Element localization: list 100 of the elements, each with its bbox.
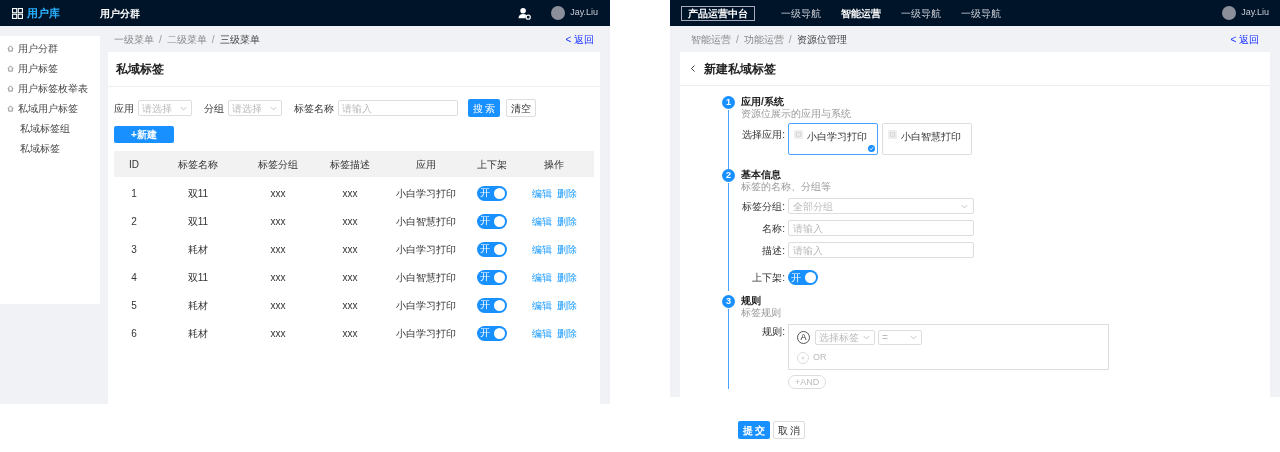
column-header: 标签名称 bbox=[177, 157, 219, 172]
operator-select[interactable]: = bbox=[878, 330, 922, 345]
filter-label: 分组 bbox=[204, 101, 224, 116]
avatar bbox=[1222, 6, 1237, 20]
delete-link[interactable]: 删除 bbox=[556, 297, 577, 313]
step-title: 基本信息 bbox=[741, 169, 782, 181]
table-cell-text: 小白学习打印 bbox=[395, 326, 457, 341]
nav-item[interactable]: 智能运营 bbox=[841, 5, 881, 21]
breadcrumb-item[interactable]: 一级菜单 bbox=[114, 31, 154, 47]
step-number: 2 bbox=[722, 169, 735, 182]
table-cell-text: xxx bbox=[341, 214, 359, 229]
edit-link[interactable]: 编辑 bbox=[531, 241, 552, 257]
breadcrumb-item[interactable]: 三级菜单 bbox=[219, 31, 260, 47]
nav-item[interactable]: 一级导航 bbox=[781, 5, 821, 21]
column-header: ID bbox=[128, 157, 140, 172]
back-link[interactable]: < 返回 bbox=[565, 31, 594, 47]
sidebar-item[interactable]: 用户分群 bbox=[0, 38, 100, 58]
toggle-label: 开 bbox=[480, 188, 490, 198]
page-title: 私域标签 bbox=[116, 61, 164, 78]
delete-link[interactable]: 删除 bbox=[556, 269, 577, 285]
delete-link[interactable]: 删除 bbox=[556, 185, 577, 201]
breadcrumb-separator: / bbox=[736, 32, 739, 47]
sidebar-item[interactable]: 用户标签 bbox=[0, 58, 100, 78]
field-label: 上下架: bbox=[751, 271, 786, 285]
column-header: 标签描述 bbox=[329, 157, 371, 172]
toggle-switch[interactable]: 开 bbox=[788, 270, 818, 285]
breadcrumb-separator: / bbox=[159, 32, 162, 47]
table-cell-text: xxx bbox=[341, 270, 359, 285]
table-cell-text: 双11 bbox=[186, 270, 210, 285]
search-button[interactable]: 搜 索 bbox=[468, 99, 500, 117]
edit-link[interactable]: 编辑 bbox=[531, 213, 552, 229]
nav-item[interactable]: 用户分群 bbox=[100, 5, 140, 21]
nav-item[interactable]: 一级导航 bbox=[901, 5, 941, 21]
select-field[interactable]: 请选择 bbox=[138, 100, 192, 116]
column-header: 标签分组 bbox=[257, 157, 299, 172]
nav-item[interactable]: 一级导航 bbox=[961, 5, 1001, 21]
sidebar-item[interactable]: 私域用户标签 bbox=[0, 98, 100, 118]
clear-button[interactable]: 清空 bbox=[506, 99, 536, 117]
sidebar-label: 用户标签 bbox=[18, 61, 58, 76]
add-and-button[interactable]: +AND bbox=[788, 375, 827, 389]
app-option[interactable]: 小白学习打印 bbox=[788, 123, 878, 155]
sidebar-item[interactable]: 用户标签枚举表 bbox=[0, 78, 100, 98]
toggle-label: 开 bbox=[480, 244, 490, 254]
table-cell-text: 小白智慧打印 bbox=[395, 270, 457, 285]
table-cell-text: 3 bbox=[130, 242, 138, 257]
avatar bbox=[551, 6, 566, 20]
edit-link[interactable]: 编辑 bbox=[531, 185, 552, 201]
sidebar-subitem[interactable]: 私域标签 bbox=[0, 138, 100, 158]
input-field[interactable]: 请输入 bbox=[788, 220, 974, 236]
app-icon bbox=[794, 130, 803, 139]
new-button[interactable]: +新建 bbox=[114, 126, 174, 143]
filter-label: 标签名称 bbox=[294, 101, 334, 116]
submit-button[interactable]: 提 交 bbox=[738, 421, 770, 439]
breadcrumb-item[interactable]: 资源位管理 bbox=[796, 31, 847, 47]
app-name: 小白智慧打印 bbox=[901, 130, 961, 144]
input-field[interactable]: 请输入 bbox=[788, 242, 974, 258]
table-cell-text: 小白学习打印 bbox=[395, 242, 457, 257]
table-cell-text: xxx bbox=[269, 270, 287, 285]
input-field[interactable]: 请输入 bbox=[338, 100, 458, 116]
select-field[interactable]: 请选择 bbox=[228, 100, 282, 116]
breadcrumb-separator: / bbox=[211, 32, 215, 47]
toggle-switch[interactable]: 开 bbox=[477, 269, 507, 285]
table-cell-text: 小白智慧打印 bbox=[395, 214, 457, 229]
select-placeholder: 请选择 bbox=[142, 101, 172, 116]
app-option[interactable]: 小白智慧打印 bbox=[882, 123, 972, 155]
breadcrumb-item[interactable]: 功能运营 bbox=[743, 31, 784, 47]
toggle-switch[interactable]: 开 bbox=[477, 241, 507, 257]
back-link[interactable]: < 返回 bbox=[1230, 31, 1259, 47]
or-button[interactable]: OR bbox=[813, 351, 827, 365]
cancel-button[interactable]: 取 消 bbox=[773, 421, 805, 439]
table-cell-text: xxx bbox=[269, 298, 287, 313]
edit-link[interactable]: 编辑 bbox=[531, 297, 552, 313]
table-cell-text: xxx bbox=[269, 242, 287, 257]
breadcrumb-item[interactable]: 智能运营 bbox=[691, 31, 731, 47]
sidebar-subitem[interactable]: 私域标签组 bbox=[0, 118, 100, 138]
app-logo: 用户库 bbox=[27, 5, 60, 21]
delete-link[interactable]: 删除 bbox=[556, 213, 577, 229]
toggle-label: 开 bbox=[480, 216, 490, 226]
table-cell-text: 耗材 bbox=[187, 326, 209, 341]
toggle-switch[interactable]: 开 bbox=[477, 297, 507, 313]
toggle-switch[interactable]: 开 bbox=[477, 325, 507, 341]
grid-icon bbox=[12, 7, 23, 19]
toggle-switch[interactable]: 开 bbox=[477, 185, 507, 201]
user-settings-icon bbox=[518, 6, 532, 20]
chevron-down-icon bbox=[862, 333, 871, 342]
step-subtitle: 标签规则 bbox=[741, 307, 781, 319]
step-title: 应用/系统 bbox=[741, 96, 785, 108]
field-label: 标签分组: bbox=[741, 199, 786, 214]
table-cell-text: xxx bbox=[269, 326, 287, 341]
select-placeholder: 请选择 bbox=[232, 101, 262, 116]
toggle-switch[interactable]: 开 bbox=[477, 213, 507, 229]
delete-link[interactable]: 删除 bbox=[556, 241, 577, 257]
toggle-label: 开 bbox=[480, 300, 490, 310]
edit-link[interactable]: 编辑 bbox=[531, 269, 552, 285]
edit-link[interactable]: 编辑 bbox=[531, 325, 552, 341]
field-label: 描述: bbox=[761, 243, 786, 258]
step-number: 3 bbox=[722, 295, 735, 308]
delete-link[interactable]: 删除 bbox=[556, 325, 577, 341]
breadcrumb-item[interactable]: 二级菜单 bbox=[166, 31, 207, 47]
select-value: = bbox=[882, 331, 888, 345]
